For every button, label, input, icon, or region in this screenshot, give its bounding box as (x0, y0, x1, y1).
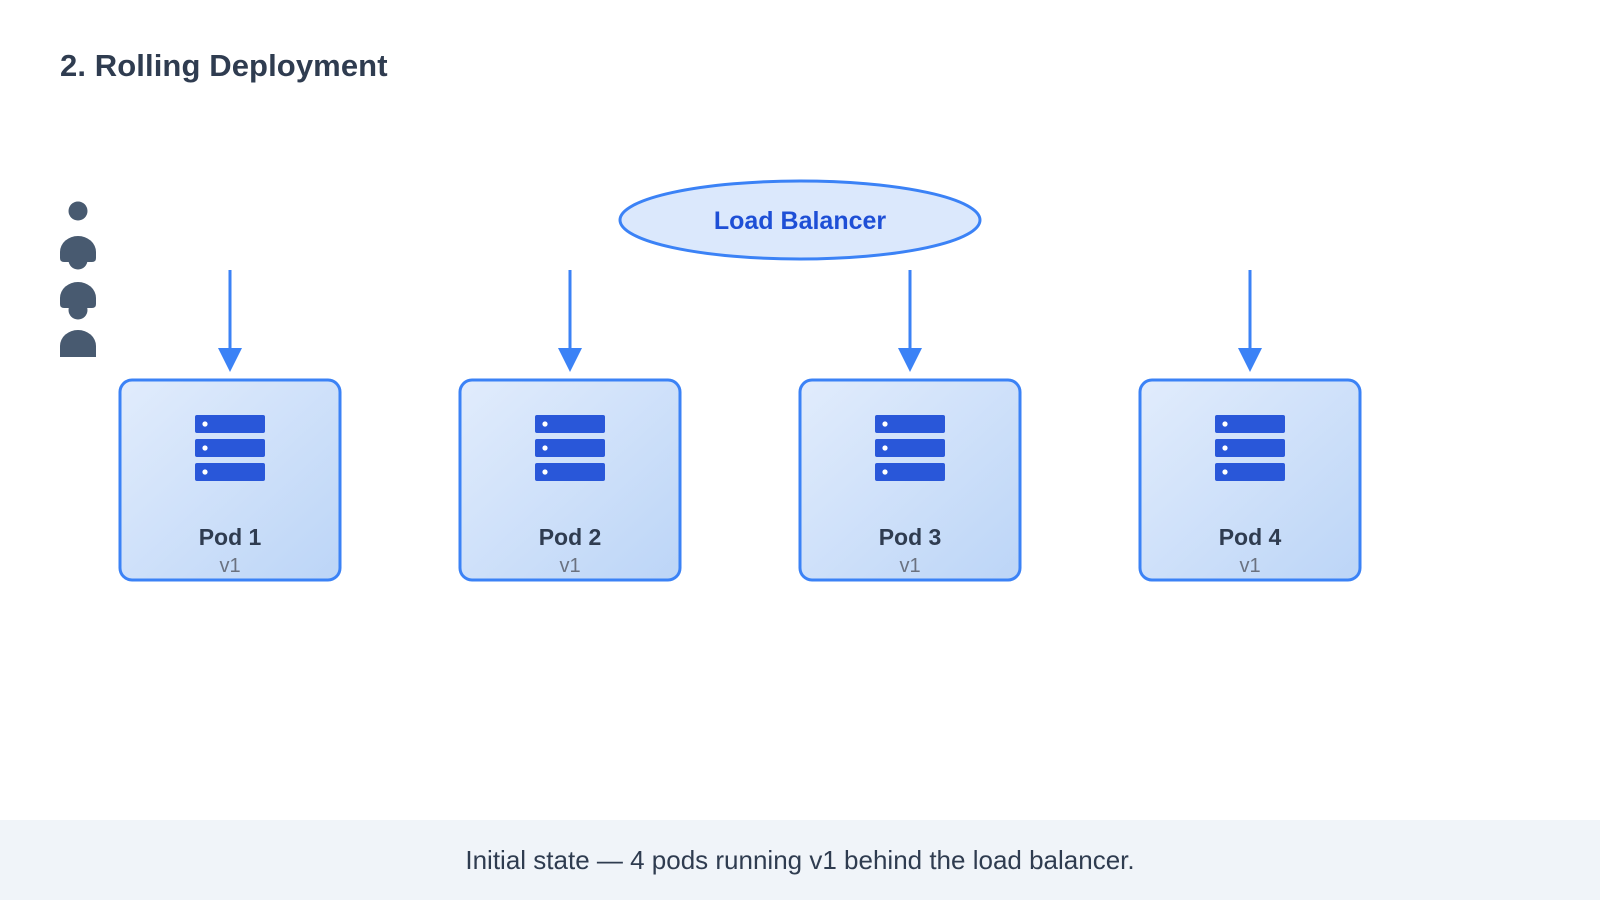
deployment-diagram-page: 2. Rolling Deployment Load Balancer Pod … (0, 0, 1600, 900)
pod-name: Pod 3 (879, 524, 942, 550)
user-icon (60, 282, 96, 320)
pod-card: Pod 1 v1 (118, 378, 342, 582)
server-icon (1215, 415, 1285, 481)
pod-version: v1 (559, 555, 580, 577)
server-icon (875, 415, 945, 481)
diagram-canvas: Load Balancer Pod 1 v1 Pod 2 v1 Pod 3 v1… (60, 179, 1362, 582)
server-icon (535, 415, 605, 481)
pod-name: Pod 1 (199, 524, 262, 550)
caption-bar: Initial state — 4 pods running v1 behind… (0, 820, 1600, 900)
arrow-to-pod-1 (218, 270, 242, 372)
user-icon (60, 236, 96, 270)
user-icon (60, 330, 96, 357)
arrow-to-pod-4 (1238, 270, 1262, 372)
pod-name: Pod 4 (1219, 524, 1282, 550)
pod-card: Pod 4 v1 (1138, 378, 1362, 582)
caption-text: Initial state — 4 pods running v1 behind… (465, 844, 1135, 875)
pod-card: Pod 3 v1 (798, 378, 1022, 582)
pod-version: v1 (219, 555, 240, 577)
pod-version: v1 (1239, 555, 1260, 577)
user-icon (68, 201, 88, 221)
traffic-arrows (218, 270, 1262, 372)
arrow-to-pod-2 (558, 270, 582, 372)
pod-version: v1 (899, 555, 920, 577)
server-icon (195, 415, 265, 481)
load-balancer-label: Load Balancer (714, 207, 887, 235)
pod-card: Pod 2 v1 (458, 378, 682, 582)
load-balancer: Load Balancer (618, 179, 982, 261)
pod-name: Pod 2 (539, 524, 602, 550)
arrow-to-pod-3 (898, 270, 922, 372)
user-group (60, 201, 96, 357)
